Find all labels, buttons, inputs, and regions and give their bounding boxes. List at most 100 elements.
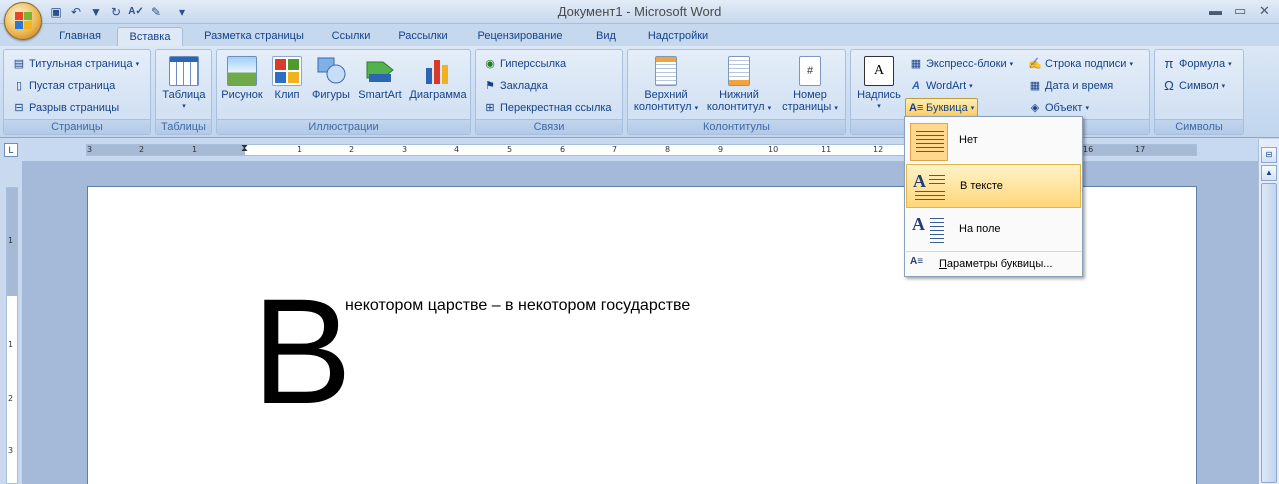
equation-button[interactable]: π Формула ▾ <box>1162 55 1232 73</box>
chart-button[interactable]: Диаграмма <box>407 56 469 101</box>
ruler-indent-marker[interactable]: ⧗ <box>241 143 248 154</box>
chevron-down-icon: ▾ <box>834 105 838 112</box>
ribbon: ▤ Титульная страница ▾ ▯ Пустая страница… <box>0 46 1279 138</box>
dropcap-options-accel: П <box>939 258 947 270</box>
scrollbar-thumb[interactable] <box>1261 183 1277 483</box>
chevron-down-icon: ▾ <box>970 105 975 112</box>
chart-label: Диаграмма <box>409 89 467 101</box>
chevron-down-icon: ▾ <box>182 103 186 110</box>
quick-parts-label: Экспресс-блоки <box>926 58 1007 70</box>
maximize-icon[interactable]: ▭ <box>1234 3 1246 19</box>
ruler-tick: 1 <box>8 340 14 349</box>
office-button[interactable] <box>4 2 42 40</box>
footer-button[interactable]: Нижний колонтитул ▾ <box>704 56 774 115</box>
cross-reference-icon: ⊞ <box>485 102 495 114</box>
page-number-button[interactable]: # Номер страницы ▾ <box>777 56 843 115</box>
dropcap-option-none[interactable]: Нет <box>906 119 1081 163</box>
signature-line-button[interactable]: ✍ Строка подписи ▾ <box>1028 55 1133 73</box>
ruler-tick: 3 <box>8 446 14 455</box>
smartart-label: SmartArt <box>358 89 402 101</box>
cross-reference-label: Перекрестная ссылка <box>500 102 612 114</box>
dropcap-in-text-label: В тексте <box>960 180 1003 192</box>
object-button[interactable]: ◈ Объект ▾ <box>1028 99 1089 117</box>
ruler-tick: 2 <box>349 145 355 154</box>
ruler-tick: 10 <box>768 145 779 154</box>
quick-parts-button[interactable]: ▦ Экспресс-блоки ▾ <box>909 55 1013 73</box>
shapes-label: Фигуры <box>312 89 350 101</box>
ruler-tick: 2 <box>8 394 14 403</box>
picture-button[interactable]: Рисунок <box>221 56 263 101</box>
page-break-button[interactable]: ⊟ Разрыв страницы <box>12 99 119 117</box>
document-text[interactable]: некотором царстве – в некотором государс… <box>345 297 690 315</box>
tab-home[interactable]: Главная <box>50 27 110 47</box>
clipart-label: Клип <box>274 89 300 101</box>
hyperlink-button[interactable]: ◉ Гиперссылка <box>483 55 566 73</box>
chevron-down-icon: ▾ <box>1221 83 1226 90</box>
dropcap-option-in-margin[interactable]: A На поле <box>906 208 1081 252</box>
page-break-icon: ⊟ <box>14 102 24 114</box>
ruler-toggle-button[interactable]: ⊟ <box>1261 147 1277 163</box>
group-header-footer-label: Колонтитулы <box>628 119 845 134</box>
header-icon <box>655 56 677 86</box>
tab-view[interactable]: Вид <box>586 27 626 47</box>
group-pages: ▤ Титульная страница ▾ ▯ Пустая страница… <box>3 49 151 135</box>
symbol-button[interactable]: Ω Символ ▾ <box>1162 77 1225 95</box>
date-time-button[interactable]: ▦ Дата и время <box>1028 77 1113 95</box>
group-header-footer: Верхний колонтитул ▾ Нижний колонтитул ▾… <box>627 49 846 135</box>
minimize-icon[interactable]: ▬ <box>1209 3 1222 18</box>
picture-icon <box>227 56 257 86</box>
chevron-down-icon: ▾ <box>1009 61 1014 68</box>
textbox-icon: A <box>864 56 894 86</box>
dropcap-letter[interactable]: В <box>252 276 352 426</box>
ruler-tick: 1 <box>8 236 14 245</box>
scroll-up-button[interactable]: ▲ <box>1261 165 1277 181</box>
blank-page-icon: ▯ <box>15 80 23 92</box>
tab-references[interactable]: Ссылки <box>322 27 380 47</box>
ribbon-tabs: Главная Вставка Разметка страницы Ссылки… <box>0 24 1279 47</box>
wordart-button[interactable]: A WordArt ▾ <box>909 77 973 95</box>
omega-icon: Ω <box>1164 78 1174 93</box>
cover-page-button[interactable]: ▤ Титульная страница ▾ <box>12 55 139 73</box>
dropcap-menu: Нет A В тексте A На поле A≡ Параметры бу… <box>904 116 1083 277</box>
table-button[interactable]: Таблица ▾ <box>160 56 208 113</box>
smartart-icon <box>365 56 395 86</box>
close-icon[interactable]: ✕ <box>1259 3 1270 19</box>
header-button[interactable]: Верхний колонтитул ▾ <box>631 56 701 115</box>
table-icon <box>169 56 199 86</box>
shapes-button[interactable]: Фигуры <box>309 56 353 101</box>
textbox-button[interactable]: A Надпись ▾ <box>854 56 904 113</box>
window-title: Документ1 - Microsoft Word <box>557 4 722 19</box>
tab-page-layout[interactable]: Разметка страницы <box>192 27 316 47</box>
chevron-down-icon: ▾ <box>1129 61 1133 68</box>
tab-stop-selector[interactable]: L <box>4 143 18 157</box>
tab-addins[interactable]: Надстройки <box>637 27 719 47</box>
tab-review[interactable]: Рецензирование <box>467 27 573 47</box>
ruler-tick: 5 <box>507 145 513 154</box>
vertical-scrollbar[interactable]: ⊟ ▲ <box>1258 139 1279 484</box>
chevron-down-icon: ▾ <box>135 61 140 68</box>
symbol-label: Символ <box>1179 80 1219 92</box>
clipart-button[interactable]: Клип <box>269 56 305 101</box>
ruler-tick: 8 <box>665 145 671 154</box>
cross-reference-button[interactable]: ⊞ Перекрестная ссылка <box>483 99 612 117</box>
blank-page-button[interactable]: ▯ Пустая страница <box>12 77 115 95</box>
tab-insert[interactable]: Вставка <box>117 27 183 47</box>
dropcap-none-icon <box>910 123 948 161</box>
group-symbols: π Формула ▾ Ω Символ ▾ Символы <box>1154 49 1244 135</box>
bookmark-label: Закладка <box>500 80 548 92</box>
hyperlink-label: Гиперссылка <box>500 58 567 70</box>
smartart-button[interactable]: SmartArt <box>355 56 405 101</box>
group-links: ◉ Гиперссылка ⚑ Закладка ⊞ Перекрестная … <box>475 49 623 135</box>
tab-mailings[interactable]: Рассылки <box>390 27 456 47</box>
dropcap-button[interactable]: A≡ Буквица ▾ <box>905 98 979 118</box>
wordart-icon: A <box>912 80 920 92</box>
chevron-down-icon: ▾ <box>877 103 881 110</box>
dropcap-option-in-text[interactable]: A В тексте <box>906 164 1081 208</box>
header-label-line1: Верхний <box>644 89 688 101</box>
chevron-down-icon: ▾ <box>1085 105 1089 112</box>
bookmark-button[interactable]: ⚑ Закладка <box>483 77 548 95</box>
shapes-icon <box>316 56 346 86</box>
vertical-ruler[interactable]: 1 1 2 3 <box>6 187 18 484</box>
dropcap-options-item[interactable]: A≡ Параметры буквицы... <box>906 253 1081 275</box>
ruler-tick: 4 <box>454 145 460 154</box>
